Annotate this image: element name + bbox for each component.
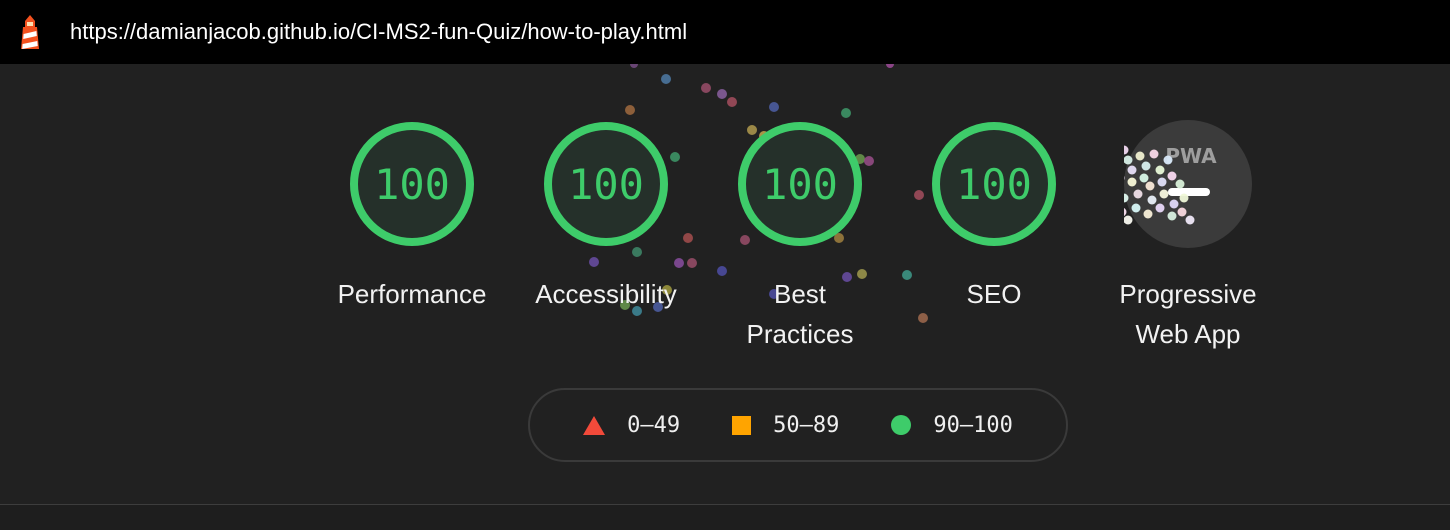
score-ring: 100 (738, 122, 862, 246)
gauge-label: Accessibility (535, 279, 677, 309)
pwa-badge-icon: PWA (1124, 120, 1252, 248)
bottom-strip (0, 505, 1450, 530)
gauge-label: Progressive Web App (1119, 279, 1257, 349)
circle-icon (891, 415, 912, 435)
gauge-label: Best Practices (746, 279, 854, 349)
legend-fail: 0–49 (583, 413, 680, 438)
square-icon (732, 415, 752, 435)
lighthouse-icon (21, 15, 39, 49)
scores-panel: 100 Performance 100 Accessibility 100 Be… (0, 64, 1450, 504)
score-legend: 0–49 50–89 90–100 (528, 388, 1068, 462)
triangle-icon (583, 415, 606, 435)
pwa-dash-icon (1168, 188, 1210, 196)
legend-fail-range: 0–49 (627, 412, 681, 438)
gauge-label: SEO (966, 279, 1022, 309)
legend-pass-range: 90–100 (933, 412, 1013, 438)
pwa-badge-text: PWA (1165, 144, 1217, 168)
score-value: 100 (568, 160, 644, 209)
gauge-label: Performance (337, 279, 487, 309)
gauge-accessibility[interactable]: 100 Accessibility (521, 120, 691, 314)
legend-pass: 90–100 (891, 412, 1013, 438)
score-ring: 100 (350, 122, 474, 246)
gauge-pwa[interactable]: PWA Progressive Web App (1103, 120, 1273, 354)
gauge-performance[interactable]: 100 Performance (327, 120, 497, 314)
score-value: 100 (956, 160, 1032, 209)
report-header: https://damianjacob.github.io/CI-MS2-fun… (0, 0, 1450, 64)
legend-average-range: 50–89 (773, 412, 840, 438)
score-value: 100 (762, 160, 838, 209)
score-ring: 100 (544, 122, 668, 246)
legend-average: 50–89 (732, 413, 839, 438)
score-value: 100 (374, 160, 450, 209)
page-url[interactable]: https://damianjacob.github.io/CI-MS2-fun… (70, 18, 687, 46)
gauge-best-practices[interactable]: 100 Best Practices (715, 120, 885, 354)
gauge-seo[interactable]: 100 SEO (909, 120, 1079, 314)
score-ring: 100 (932, 122, 1056, 246)
